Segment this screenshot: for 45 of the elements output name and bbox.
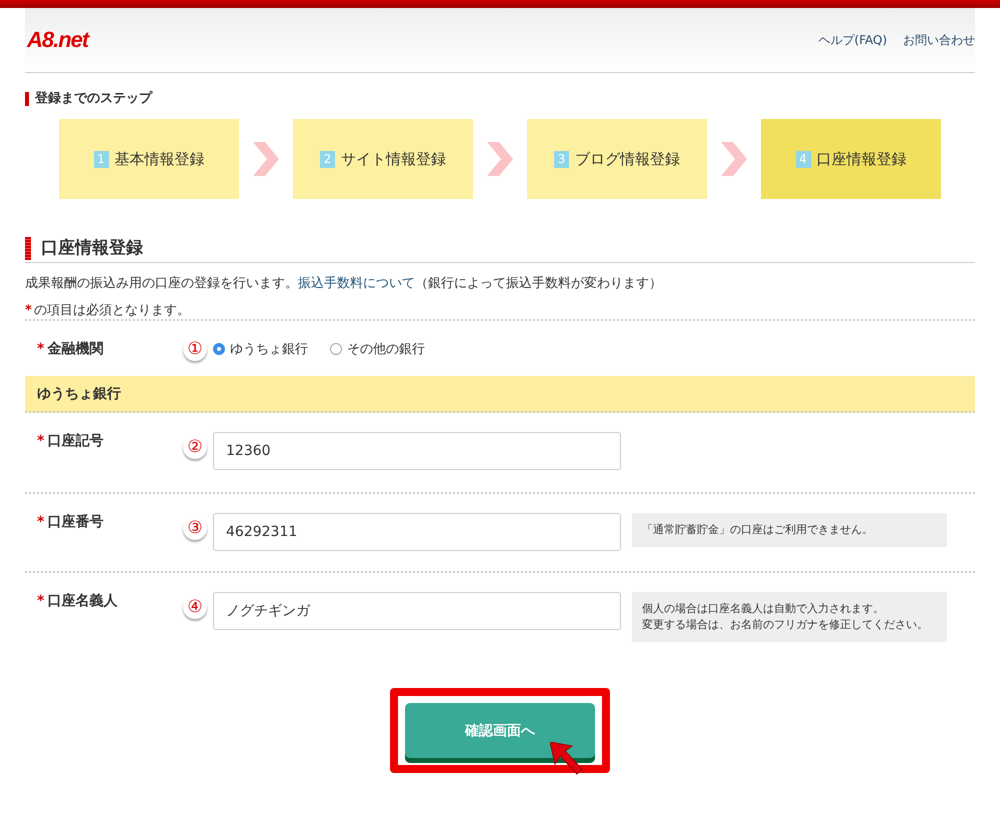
step-marker: ② (183, 435, 207, 459)
step-number: 3 (554, 150, 569, 168)
step-number: 4 (796, 150, 810, 168)
hint-note: 個人の場合は口座名義人は自動で入力されます。 (642, 601, 885, 617)
chevron-icon (251, 142, 281, 176)
field-label: 金融機関 (47, 340, 104, 358)
required-mark: * (37, 433, 44, 449)
fee-note: （銀行によって振込手数料が変わります） (415, 276, 662, 291)
chevron-icon (719, 142, 749, 176)
step-number: 1 (94, 150, 108, 168)
fee-link[interactable]: 振込手数料について (298, 276, 415, 291)
logo[interactable]: A8.net (27, 27, 88, 53)
input-field[interactable]: ノグチギンガ (213, 592, 621, 630)
required-mark: * (37, 340, 44, 356)
chevron-icon (485, 142, 515, 176)
required-note: の項目は必須となります。 (34, 302, 190, 319)
hint-note: 「通常貯蓄貯金」の口座はご利用できません。 (632, 513, 947, 547)
header-link[interactable]: お問い合わせ (903, 32, 975, 48)
step-label: ブログ情報登録 (575, 150, 680, 168)
required-mark: * (37, 514, 44, 530)
description-text: 成果報酬の振込み用の口座の登録を行います。 (25, 276, 298, 291)
radio-icon[interactable] (330, 342, 342, 354)
required-mark: * (37, 593, 44, 609)
radio-option[interactable]: ゆうちょ銀行 (213, 340, 308, 358)
section-title: 口座情報登録 (41, 238, 143, 258)
radio-option[interactable]: その他の銀行 (330, 340, 425, 358)
radio-icon[interactable] (213, 342, 225, 354)
band-title: ゆうちょ銀行 (25, 376, 975, 413)
input-field[interactable]: 46292311 (213, 513, 621, 551)
steps-heading: 登録までのステップ (25, 92, 975, 106)
hint-note: 変更する場合は、お名前のフリガナを修正してください。 (642, 617, 929, 633)
field-label: 口座番号 (47, 513, 104, 531)
step-label: 口座情報登録 (816, 150, 906, 168)
step-label: 基本情報登録 (114, 150, 204, 168)
header-link[interactable]: ヘルプ(FAQ) (818, 32, 887, 48)
step-number: 2 (320, 150, 335, 168)
step-marker: ④ (183, 595, 207, 619)
title-bar (25, 237, 31, 260)
input-field[interactable]: 12360 (213, 432, 621, 470)
required-mark: * (25, 302, 32, 318)
step-marker: ③ (183, 516, 207, 540)
step-label: サイト情報登録 (341, 150, 446, 168)
field-label: 口座記号 (47, 432, 104, 450)
field-label: 口座名義人 (47, 592, 118, 610)
step-marker: ① (183, 336, 207, 360)
